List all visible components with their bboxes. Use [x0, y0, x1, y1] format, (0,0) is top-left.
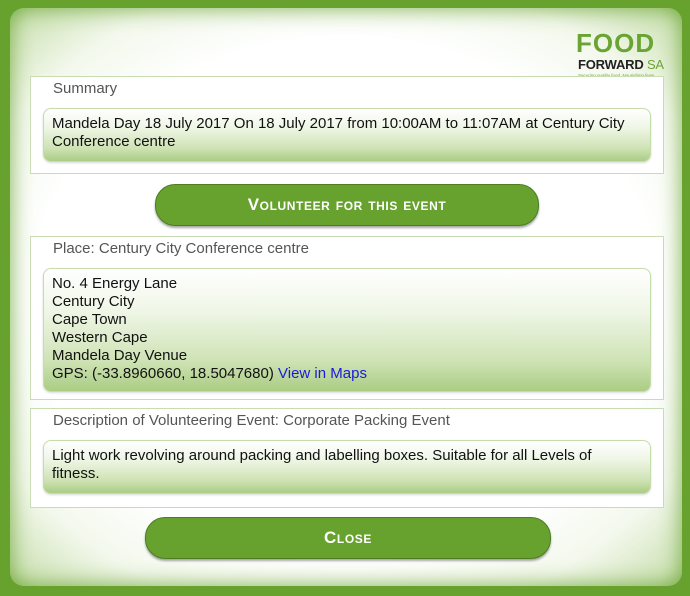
logo-forward-text: FORWARD: [578, 57, 644, 72]
summary-text: Mandela Day 18 July 2017 On 18 July 2017…: [52, 115, 625, 150]
address-line: No. 4 Energy Lane: [52, 275, 178, 292]
address-line: Mandela Day Venue: [52, 347, 188, 364]
description-title: Description of Volunteering Event: Corpo…: [53, 412, 450, 429]
description-box: Light work revolving around packing and …: [43, 440, 651, 494]
gps-coordinates: GPS: (-33.8960660, 18.5047680): [52, 365, 274, 382]
summary-box: Mandela Day 18 July 2017 On 18 July 2017…: [43, 108, 651, 162]
description-section: Description of Volunteering Event: Corpo…: [30, 408, 664, 508]
food-forward-logo: FOOD FORWARD SA Securing quality food. N…: [566, 28, 666, 78]
address-line: Cape Town: [52, 311, 127, 328]
volunteer-button[interactable]: Volunteer for this event: [155, 184, 539, 226]
view-in-maps-link[interactable]: View in Maps: [278, 365, 367, 382]
close-button[interactable]: Close: [145, 517, 551, 559]
address-box: No. 4 Energy Lane Century City Cape Town…: [43, 268, 651, 392]
address-line: Western Cape: [52, 329, 148, 346]
gps-line: GPS: (-33.8960660, 18.5047680) View in M…: [52, 365, 642, 383]
logo-sa-text: SA: [646, 57, 664, 72]
summary-title: Summary: [53, 80, 118, 97]
description-text: Light work revolving around packing and …: [52, 447, 592, 482]
place-section: Place: Century City Conference centre No…: [30, 236, 664, 400]
address-line: Century City: [52, 293, 135, 310]
place-title: Place: Century City Conference centre: [53, 240, 309, 257]
logo-food-word: FOOD: [576, 28, 656, 58]
summary-section: Summary Mandela Day 18 July 2017 On 18 J…: [30, 76, 664, 174]
logo-forward-word: FORWARD SA: [578, 58, 664, 71]
